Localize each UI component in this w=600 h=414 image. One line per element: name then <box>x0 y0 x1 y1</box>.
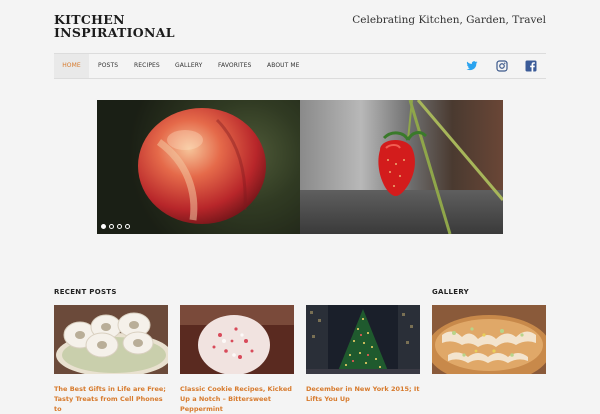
slide-peach[interactable] <box>97 100 300 234</box>
post-title[interactable]: The Best Gifts in Life are Free; Tasty T… <box>54 384 168 414</box>
slider-dot[interactable] <box>117 224 122 229</box>
main-navigation: HOME POSTS RECIPES GALLERY FAVORITES ABO… <box>54 53 546 79</box>
post-thumbnail-christmas-tree[interactable] <box>306 305 420 374</box>
slider-pagination <box>101 224 130 229</box>
post-card[interactable]: December in New York 2015; It Lifts You … <box>306 305 420 404</box>
post-card[interactable]: The Best Gifts in Life are Free; Tasty T… <box>54 305 168 414</box>
post-card[interactable]: Classic Cookie Recipes, Kicked Up a Notc… <box>180 305 294 414</box>
peach-image <box>97 100 300 234</box>
instagram-icon[interactable] <box>496 60 508 72</box>
facebook-icon[interactable] <box>525 60 537 72</box>
gallery-widget[interactable] <box>432 305 546 374</box>
nav-posts[interactable]: POSTS <box>98 54 118 78</box>
post-title[interactable]: Classic Cookie Recipes, Kicked Up a Notc… <box>180 384 294 414</box>
gallery-heading: GALLERY <box>432 288 470 296</box>
slider-dot[interactable] <box>101 224 106 229</box>
slide-strawberry[interactable] <box>300 100 503 234</box>
gallery-thumbnail-cake[interactable] <box>432 305 546 374</box>
nav-about-me[interactable]: ABOUT ME <box>267 54 300 78</box>
nav-gallery[interactable]: GALLERY <box>175 54 202 78</box>
site-title[interactable]: KITCHEN INSPIRATIONAL <box>54 13 194 39</box>
slider-dot[interactable] <box>125 224 130 229</box>
site-tagline: Celebrating Kitchen, Garden, Travel <box>352 14 546 26</box>
nav-favorites[interactable]: FAVORITES <box>218 54 251 78</box>
nav-recipes[interactable]: RECIPES <box>134 54 160 78</box>
featured-slider[interactable] <box>97 100 503 234</box>
recent-posts-heading: RECENT POSTS <box>54 288 117 296</box>
nav-home[interactable]: HOME <box>54 54 89 78</box>
slider-dot[interactable] <box>109 224 114 229</box>
post-thumbnail-cookie[interactable] <box>180 305 294 374</box>
twitter-icon[interactable] <box>466 60 478 72</box>
strawberry-image <box>378 100 503 234</box>
post-title[interactable]: December in New York 2015; It Lifts You … <box>306 384 420 404</box>
post-thumbnail-donuts[interactable] <box>54 305 168 374</box>
